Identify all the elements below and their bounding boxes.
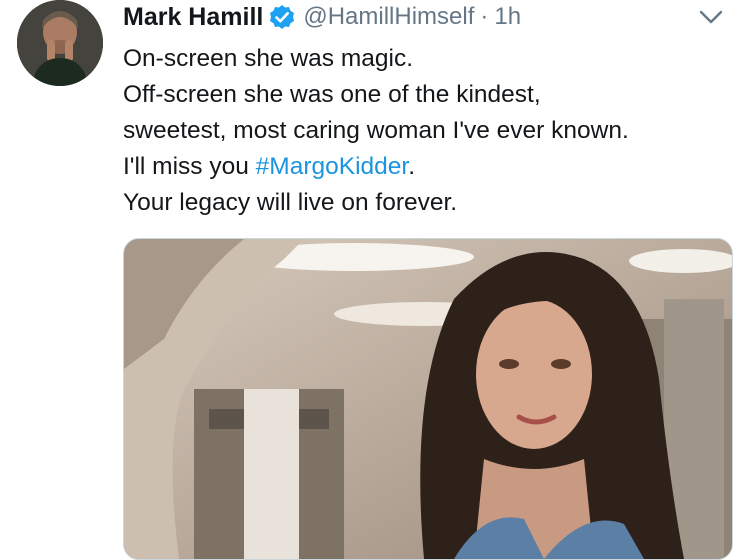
separator-dot: · bbox=[480, 3, 489, 30]
tweet-line-5: Your legacy will live on forever. bbox=[123, 189, 458, 216]
tweet-line-1: On-screen she was magic. bbox=[123, 45, 414, 72]
tweet-timestamp[interactable]: 1h bbox=[494, 3, 521, 31]
tweet: Mark Hamill @HamillHimself · 1h On-scree… bbox=[0, 0, 743, 560]
tweet-line-4-prefix: I'll miss you bbox=[123, 153, 256, 180]
chevron-down-icon[interactable] bbox=[697, 4, 725, 28]
hashtag-link[interactable]: #MargoKidder bbox=[256, 153, 409, 180]
tweet-line-4: I'll miss you #MargoKidder. bbox=[123, 149, 733, 185]
tweet-photo[interactable] bbox=[123, 238, 733, 560]
tweet-header: Mark Hamill @HamillHimself · 1h bbox=[123, 0, 521, 34]
author-handle[interactable]: @HamillHimself bbox=[303, 3, 474, 31]
verified-badge-icon bbox=[269, 4, 295, 30]
tweet-line-2: Off-screen she was one of the kindest, bbox=[123, 81, 541, 108]
tweet-text: On-screen she was magic. Off-screen she … bbox=[123, 41, 733, 221]
tweet-line-4-suffix: . bbox=[408, 153, 416, 180]
tweet-line-3: sweetest, most caring woman I've ever kn… bbox=[123, 117, 629, 144]
avatar[interactable] bbox=[17, 0, 103, 86]
author-name[interactable]: Mark Hamill bbox=[123, 3, 263, 32]
